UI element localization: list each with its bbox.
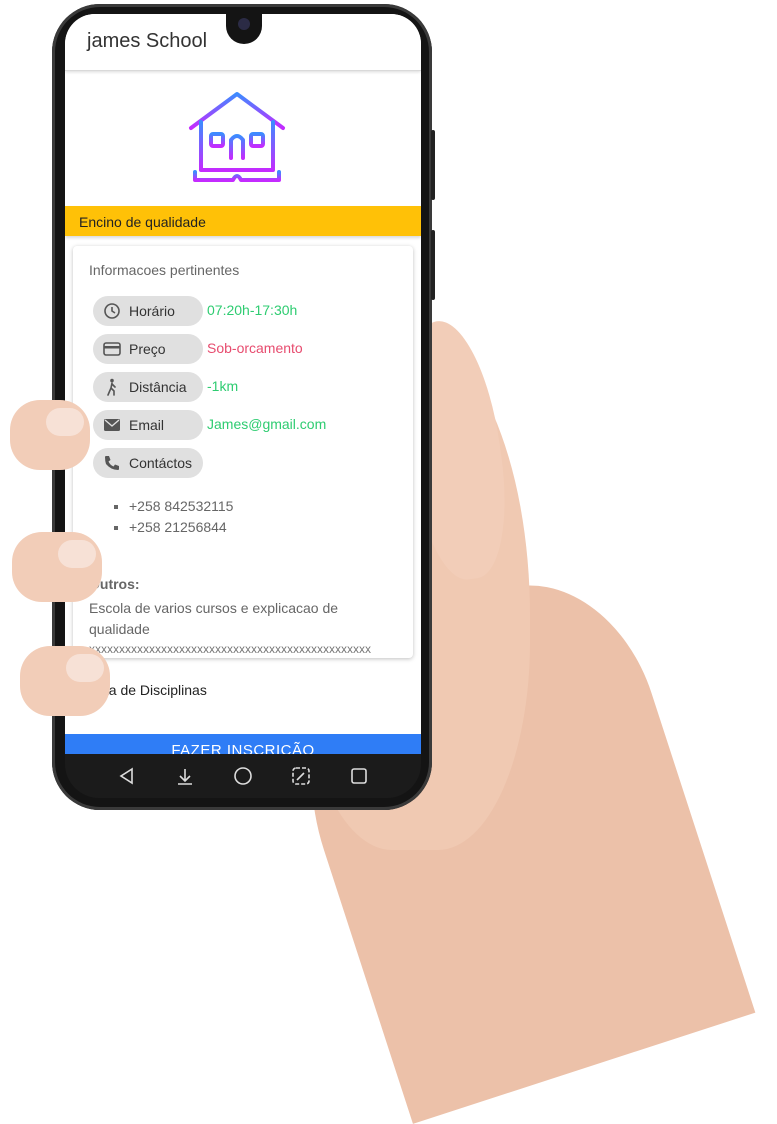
card-title: Informacoes pertinentes: [89, 262, 240, 278]
row-distancia: Distância -1km: [93, 372, 403, 402]
chip-email[interactable]: Email: [93, 410, 203, 440]
chip-label: Distância: [129, 379, 187, 395]
front-camera: [238, 18, 250, 30]
chip-contactos[interactable]: Contáctos: [93, 448, 203, 478]
chip-label: Preço: [129, 341, 166, 357]
outros-extra-text: xxxxxxxxxxxxxxxxxxxxxxxxxxxxxxxxxxxxxxxx…: [89, 642, 371, 656]
row-contactos: Contáctos: [93, 448, 403, 478]
phone-power-button: [431, 230, 435, 300]
info-card: Informacoes pertinentes Horário 07:20h-1…: [73, 246, 413, 658]
edit-icon[interactable]: [288, 763, 314, 789]
credit-card-icon: [103, 340, 121, 358]
row-preco: Preço Sob-orcamento: [93, 334, 403, 364]
email-value[interactable]: James@gmail.com: [207, 416, 326, 432]
walking-icon: [103, 378, 121, 396]
android-nav-bar: [65, 754, 421, 798]
app-title: james School: [87, 30, 208, 52]
phone-list-item[interactable]: +258 21256844: [129, 519, 233, 535]
distancia-value: -1km: [207, 378, 239, 394]
home-icon[interactable]: [230, 763, 256, 789]
finger-index: [10, 400, 90, 470]
app-screen: james School Encino de qualidade Informa…: [65, 14, 421, 754]
back-icon[interactable]: [114, 763, 140, 789]
chip-distancia[interactable]: Distância: [93, 372, 203, 402]
finger-nail: [46, 408, 84, 436]
finger-ring: [20, 646, 110, 716]
horario-value: 07:20h-17:30h: [207, 302, 298, 318]
preco-value: Sob-orcamento: [207, 340, 303, 356]
chip-label: Email: [129, 417, 165, 433]
chip-label: Horário: [129, 303, 175, 319]
row-horario: Horário 07:20h-17:30h: [93, 296, 403, 326]
enroll-button[interactable]: FAZER INSCRIÇÃO: [65, 734, 421, 754]
phone-list-item[interactable]: +258 842532115: [129, 498, 233, 514]
chip-preco[interactable]: Preço: [93, 334, 203, 364]
chip-label: Contáctos: [129, 455, 193, 471]
outros-text: Escola de varios cursos e explicacao de …: [89, 600, 339, 637]
download-icon[interactable]: [172, 763, 198, 789]
phone-icon: [103, 454, 121, 472]
quality-banner: Encino de qualidade: [65, 206, 421, 236]
phone-volume-button: [431, 130, 435, 200]
recents-icon[interactable]: [346, 763, 372, 789]
banner-text: Encino de qualidade: [79, 214, 206, 230]
phone-list: +258 842532115 +258 21256844: [113, 498, 233, 540]
row-email: Email James@gmail.com: [93, 410, 403, 440]
clock-icon: [103, 302, 121, 320]
school-house-logo: [189, 92, 285, 182]
mail-icon: [103, 416, 121, 434]
finger-middle: [12, 532, 102, 602]
chip-horario[interactable]: Horário: [93, 296, 203, 326]
finger-nail: [58, 540, 96, 568]
finger-nail: [66, 654, 104, 682]
